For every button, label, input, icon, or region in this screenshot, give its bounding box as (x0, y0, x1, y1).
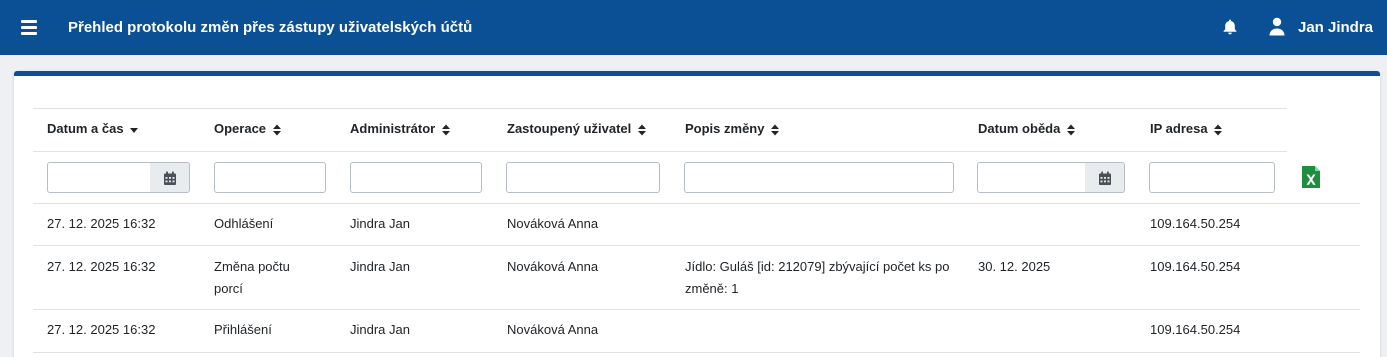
filter-popis-input[interactable] (684, 162, 954, 193)
table-cell-popis: Jídlo: Guláš [id: 212079] zbývající poče… (685, 259, 950, 274)
table-cell-zastoupeny: Nováková Anna (507, 216, 599, 231)
column-header-operace[interactable]: Operace (214, 121, 281, 136)
table-cell-datum-cas: 27. 12. 2025 16:32 (47, 259, 156, 274)
column-header-ip[interactable]: IP adresa (1150, 121, 1223, 136)
row-divider (33, 245, 1360, 246)
sort-icon (1214, 124, 1223, 136)
row-divider (33, 352, 1360, 353)
header-divider (33, 151, 1287, 152)
filter-datum-obeda-input[interactable] (977, 162, 1086, 193)
calendar-button[interactable] (1085, 162, 1125, 193)
column-header-label: Popis změny (685, 121, 765, 136)
filter-administrator-input[interactable] (350, 162, 482, 193)
user-name[interactable]: Jan Jindra (1298, 19, 1373, 36)
table-cell-operace: Změna počtu (214, 259, 290, 274)
table-cell-operace: porcí (214, 281, 243, 296)
table-cell-ip: 109.164.50.254 (1150, 216, 1241, 231)
column-header-datum-obeda[interactable]: Datum oběda (978, 121, 1075, 136)
calendar-icon (164, 171, 176, 185)
column-header-popis[interactable]: Popis změny (685, 121, 780, 136)
table-cell-popis: změně: 1 (685, 281, 739, 296)
column-header-label: Datum a čas (47, 121, 124, 136)
table-top-border (33, 108, 1287, 109)
column-header-administrator[interactable]: Administrátor (350, 121, 450, 136)
excel-export-icon[interactable] (1301, 165, 1321, 189)
hamburger-icon[interactable] (21, 20, 37, 35)
page-title: Přehled protokolu změn přes zástupy uživ… (68, 19, 473, 36)
table-cell-administrator: Jindra Jan (350, 216, 410, 231)
table-cell-datum-cas: 27. 12. 2025 16:32 (47, 216, 156, 231)
column-header-label: Zastoupený uživatel (507, 121, 632, 136)
calendar-icon (1099, 171, 1111, 185)
bell-icon[interactable] (1221, 18, 1239, 36)
user-icon[interactable] (1268, 17, 1286, 36)
filter-divider (33, 203, 1360, 204)
column-header-label: Operace (214, 121, 267, 136)
table-cell-operace: Odhlášení (214, 216, 274, 231)
filter-ip-input[interactable] (1149, 162, 1275, 193)
table-cell-operace: Přihlášení (214, 322, 272, 337)
column-header-datum-cas[interactable]: Datum a čas (47, 121, 139, 136)
sort-icon (272, 124, 281, 136)
sort-icon (771, 124, 780, 136)
table-cell-datum-cas: 27. 12. 2025 16:32 (47, 322, 156, 337)
filter-operace-input[interactable] (214, 162, 326, 193)
table-cell-zastoupeny: Nováková Anna (507, 322, 599, 337)
table-cell-administrator: Jindra Jan (350, 259, 410, 274)
table-cell-administrator: Jindra Jan (350, 322, 410, 337)
column-header-label: IP adresa (1150, 121, 1208, 136)
table-cell-zastoupeny: Nováková Anna (507, 259, 599, 274)
calendar-button[interactable] (150, 162, 190, 193)
column-header-zastoupeny[interactable]: Zastoupený uživatel (507, 121, 646, 136)
table-cell-ip: 109.164.50.254 (1150, 259, 1241, 274)
row-divider (33, 309, 1360, 310)
top-bar: Přehled protokolu změn přes zástupy uživ… (0, 0, 1387, 55)
column-header-label: Administrátor (350, 121, 436, 136)
table-cell-ip: 109.164.50.254 (1150, 322, 1241, 337)
sort-icon (1066, 124, 1075, 136)
sort-icon (441, 124, 450, 136)
table-cell-datum-obeda: 30. 12. 2025 (978, 259, 1051, 274)
column-header-label: Datum oběda (978, 121, 1061, 136)
filter-datum-cas-input[interactable] (47, 162, 151, 193)
filter-zastoupeny-input[interactable] (506, 162, 660, 193)
caret-down-icon (130, 127, 139, 133)
sort-icon (637, 124, 646, 136)
